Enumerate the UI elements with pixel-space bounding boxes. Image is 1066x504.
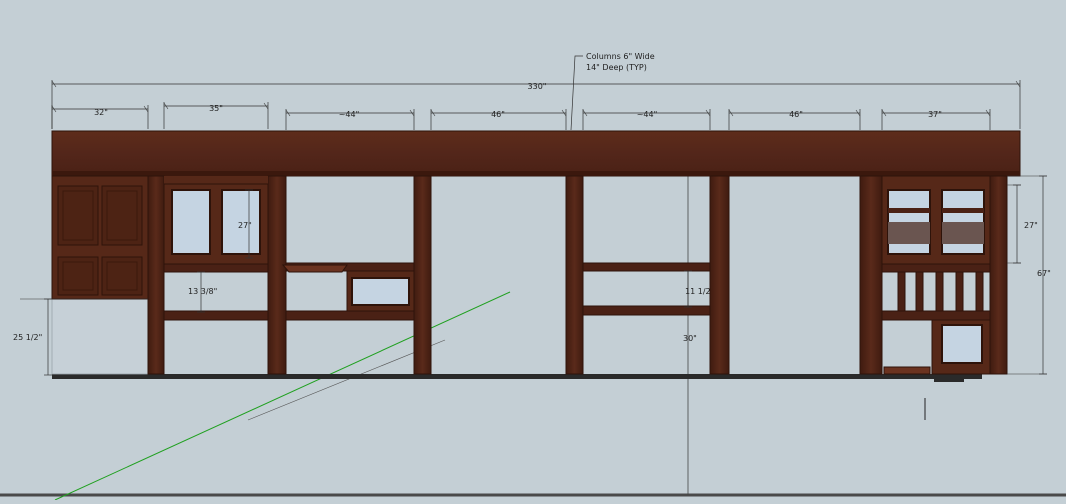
bay3-drawer-glass[interactable] [351,277,410,306]
post-6 [859,175,883,375]
post-3 [413,175,432,375]
bay7-bench [883,366,931,375]
bay7-door-2-band [942,222,984,244]
cabinet-left-door-1[interactable] [57,185,99,246]
cabinet-left-door-2[interactable] [101,185,143,246]
bay7-door-2-rail [942,208,984,213]
bay5-shelf-upper [582,262,711,272]
header-beam [51,130,1021,177]
dim-upper-cabinet-right-label: 27" [1024,221,1038,230]
dim-shelf-gap-mid-label: 11 1/2 [685,287,711,296]
dim-shelf-gap-left-label: 13 3/8" [188,287,217,296]
bay7-spindle-4 [955,271,964,313]
callout-line-1: Columns 6" Wide [586,52,655,61]
bay7-door-1-rail [888,208,930,213]
dim-bay1-label: 32" [94,108,108,117]
dim-overall-label: 330" [528,82,547,91]
bay7-door-1-band [888,222,930,244]
callout-leader [570,55,583,131]
post-2 [267,175,287,375]
bay7-lower-glass[interactable] [941,324,983,364]
bay2-glass-door-1[interactable] [171,189,211,255]
floor-slab [52,374,982,379]
bay2-shelf-lower [163,310,269,321]
bay7-rail-upper [881,263,991,273]
dim-upper-cabinet-left-label: 27" [238,221,252,230]
bay7-spindle-2 [915,271,924,313]
bay3-shelf-lower [285,310,415,321]
dim-bay2-label: 35" [209,104,223,113]
dim-bay4-label: 46" [491,110,505,119]
bay7-spindle-3 [935,271,944,313]
counter-side-block [51,298,149,375]
bay2-frame-top [164,176,268,184]
bay7-base-step [934,378,964,382]
dim-total-height-label: 67" [1037,269,1051,278]
bay7-spindle-5 [975,271,984,313]
post-7 [989,175,1008,375]
bay2-shelf-upper [163,263,269,273]
header-beam-shadow [52,171,1020,176]
bay3-tray [281,264,348,273]
elevation-drawing: Columns 6" Wide 14" Deep (TYP) 330" 32" … [0,52,1066,501]
sketchup-viewport[interactable]: Columns 6" Wide 14" Deep (TYP) 330" 32" … [0,0,1066,501]
dim-opening-height-label: 30" [683,334,697,343]
dim-bay6-label: 46" [789,110,803,119]
dim-bay7-label: 37" [928,110,942,119]
dim-bay5-label: ~44" [637,110,658,119]
bay7-rail-lower [881,310,991,321]
bay7-spindle-1 [897,271,906,313]
post-4 [565,175,584,375]
cabinet-left-drawer-2[interactable] [101,256,143,296]
post-5 [709,175,730,375]
dim-counter-height-label: 25 1/2" [13,333,42,342]
dim-bay3-label: ~44" [339,110,360,119]
callout-line-2: 14" Deep (TYP) [586,63,647,72]
post-1 [147,175,165,375]
cabinet-left-drawer-1[interactable] [57,256,99,296]
